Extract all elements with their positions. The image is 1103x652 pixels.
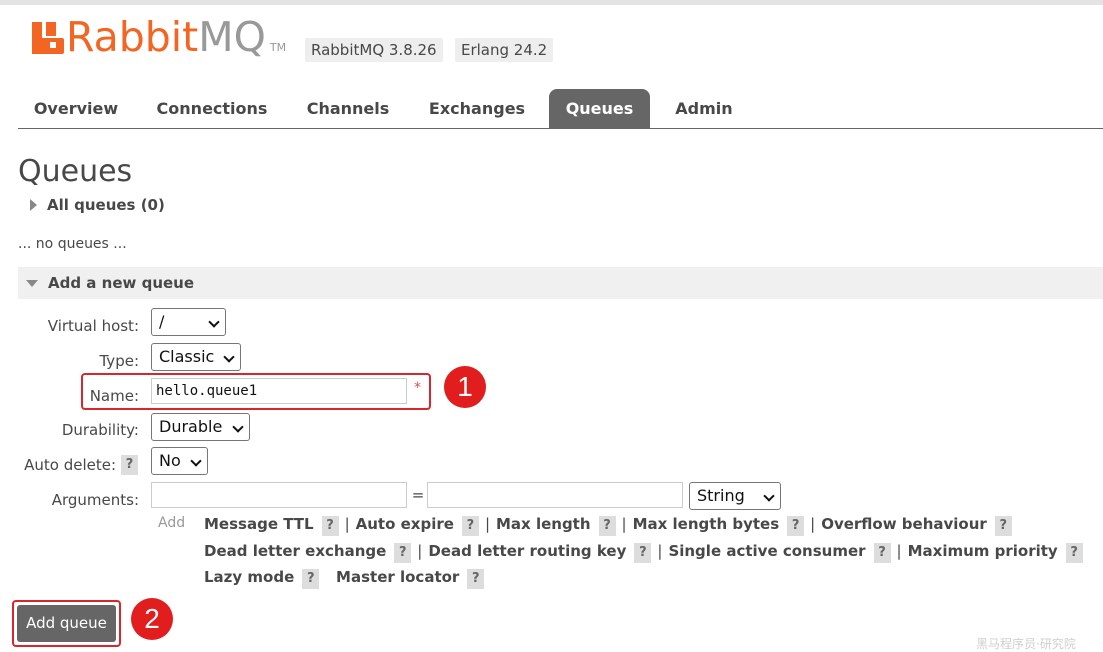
chevron-down-icon [763, 490, 775, 502]
required-marker: * [414, 380, 421, 396]
help-icon[interactable]: ? [302, 569, 320, 589]
argument-links-row-1: Message TTL? | Auto expire? | Max length? | Ma… [204, 515, 1012, 536]
auto-delete-help-icon[interactable]: ? [121, 455, 138, 475]
collapse-triangle-icon [26, 279, 38, 287]
add-argument-label: Add [158, 515, 186, 531]
help-icon[interactable]: ? [1065, 543, 1083, 563]
queue-name-input[interactable]: hello.queue1 [151, 378, 407, 404]
arg-auto-expire-link[interactable]: Auto expire [356, 515, 454, 533]
arguments-label: Arguments: [51, 491, 139, 509]
argument-type-select[interactable]: String [689, 482, 781, 510]
add-queue-section-label: Add a new queue [48, 274, 195, 292]
logo-text: RabbitMQ [66, 13, 266, 61]
tab-channels[interactable]: Channels [298, 89, 398, 128]
arg-lazy-mode-link[interactable]: Lazy mode [204, 568, 294, 586]
tab-connections[interactable]: Connections [151, 89, 273, 128]
durability-select[interactable]: Durable [151, 413, 250, 441]
help-icon[interactable]: ? [994, 516, 1012, 536]
argument-links-row-3: Lazy mode? Master locator? [204, 568, 485, 589]
arg-dead-letter-routing-key-link[interactable]: Dead letter routing key [428, 542, 626, 560]
logo-trademark: TM [269, 41, 287, 54]
tab-queues[interactable]: Queues [549, 89, 650, 128]
argument-value-input[interactable] [427, 482, 683, 508]
argument-key-input[interactable] [151, 482, 407, 508]
help-icon[interactable]: ? [598, 516, 616, 536]
auto-delete-select[interactable]: No [151, 447, 208, 475]
arg-single-active-consumer-link[interactable]: Single active consumer [668, 542, 865, 560]
durability-label: Durability: [61, 421, 139, 439]
main-nav-tabs: Overview Connections Channels Exchanges … [18, 89, 1103, 129]
rabbit-icon [32, 22, 64, 54]
name-label: Name: [89, 387, 139, 405]
add-queue-button[interactable]: Add queue [17, 605, 116, 642]
help-icon[interactable]: ? [873, 543, 891, 563]
erlang-version-badge: Erlang 24.2 [455, 38, 554, 62]
no-queues-text: ... no queues ... [18, 236, 127, 252]
help-icon[interactable]: ? [787, 516, 805, 536]
chevron-down-icon [232, 421, 244, 433]
help-icon[interactable]: ? [321, 516, 339, 536]
watermark-text: 黑马程序员·研究院 [976, 637, 1076, 651]
add-queue-toggle[interactable]: Add a new queue [26, 274, 194, 292]
argument-links-row-2: Dead letter exchange? | Dead letter routin… [204, 542, 1083, 563]
tab-admin[interactable]: Admin [668, 89, 740, 128]
virtual-host-select[interactable]: / [151, 308, 226, 336]
equals-sign: = [411, 486, 425, 504]
arg-maximum-priority-link[interactable]: Maximum priority [908, 542, 1058, 560]
help-icon[interactable]: ? [461, 516, 479, 536]
arg-overflow-behaviour-link[interactable]: Overflow behaviour [821, 515, 987, 533]
annotation-badge-1: 1 [444, 366, 486, 408]
chevron-down-icon [223, 351, 235, 363]
chevron-down-icon [190, 455, 202, 467]
type-label: Type: [99, 352, 139, 370]
expand-triangle-icon [30, 199, 37, 211]
help-icon[interactable]: ? [394, 543, 412, 563]
help-icon[interactable]: ? [634, 543, 652, 563]
queue-type-select[interactable]: Classic [151, 343, 241, 371]
auto-delete-label: Auto delete: [24, 456, 116, 474]
arg-message-ttl-link[interactable]: Message TTL [204, 515, 314, 533]
virtual-host-label: Virtual host: [47, 317, 139, 335]
top-border [0, 0, 1103, 5]
rabbitmq-logo: RabbitMQ TM [32, 14, 286, 60]
arg-master-locator-link[interactable]: Master locator [336, 568, 459, 586]
all-queues-toggle[interactable]: All queues (0) [30, 196, 165, 214]
help-icon[interactable]: ? [467, 569, 485, 589]
annotation-badge-2: 2 [131, 598, 173, 640]
rabbitmq-version-badge: RabbitMQ 3.8.26 [305, 38, 443, 62]
tab-exchanges[interactable]: Exchanges [422, 89, 532, 128]
tab-overview[interactable]: Overview [18, 89, 134, 128]
arg-max-length-link[interactable]: Max length [496, 515, 591, 533]
page-title: Queues [18, 154, 133, 189]
chevron-down-icon [208, 316, 220, 328]
arg-dead-letter-exchange-link[interactable]: Dead letter exchange [204, 542, 386, 560]
all-queues-label: All queues (0) [47, 196, 165, 214]
arg-max-length-bytes-link[interactable]: Max length bytes [633, 515, 780, 533]
